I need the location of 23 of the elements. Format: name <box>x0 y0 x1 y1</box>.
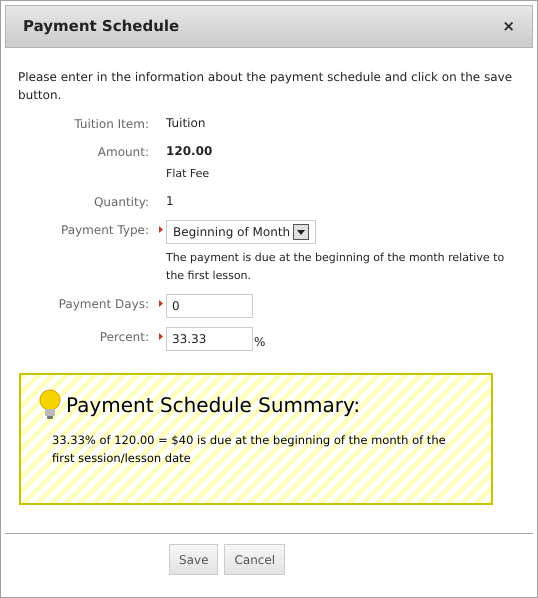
field-value: 1 <box>166 193 174 210</box>
field-note: Flat Fee <box>166 166 210 182</box>
field-label: Payment Type: <box>60 222 150 239</box>
field-label: Tuition Item: <box>73 116 150 133</box>
field-value: Tuition <box>166 115 206 132</box>
text-field[interactable]: 0 <box>166 294 253 318</box>
text-field[interactable]: 33.33 <box>166 327 253 351</box>
field-note: The payment is due at the beginning of the month relative to the first lesson. <box>166 250 506 284</box>
field-label: Quantity: <box>92 194 150 211</box>
dialog-title: Payment Schedule <box>23 16 180 38</box>
lightbulb-icon <box>38 389 62 421</box>
close-button[interactable]: × <box>502 19 515 34</box>
intro-text: Please enter in the information about the payment schedule and click on the save button. <box>18 69 514 104</box>
field-label: Payment Days: <box>58 296 150 313</box>
field-label: Percent: <box>98 329 150 346</box>
dialog-button[interactable]: Cancel <box>224 544 286 575</box>
dialog-button[interactable]: Save <box>169 544 218 575</box>
summary-text: 33.33% of 120.00 = $40 is due at the beginning of the month of the first session/lesson date <box>52 432 447 467</box>
summary-title: Payment Schedule Summary: <box>66 392 360 419</box>
field-label: Amount: <box>96 144 150 161</box>
payment-type-select[interactable]: Beginning of Month <box>166 220 316 244</box>
field-value: 120.00 <box>166 143 212 160</box>
percent-sign: % <box>254 334 266 351</box>
